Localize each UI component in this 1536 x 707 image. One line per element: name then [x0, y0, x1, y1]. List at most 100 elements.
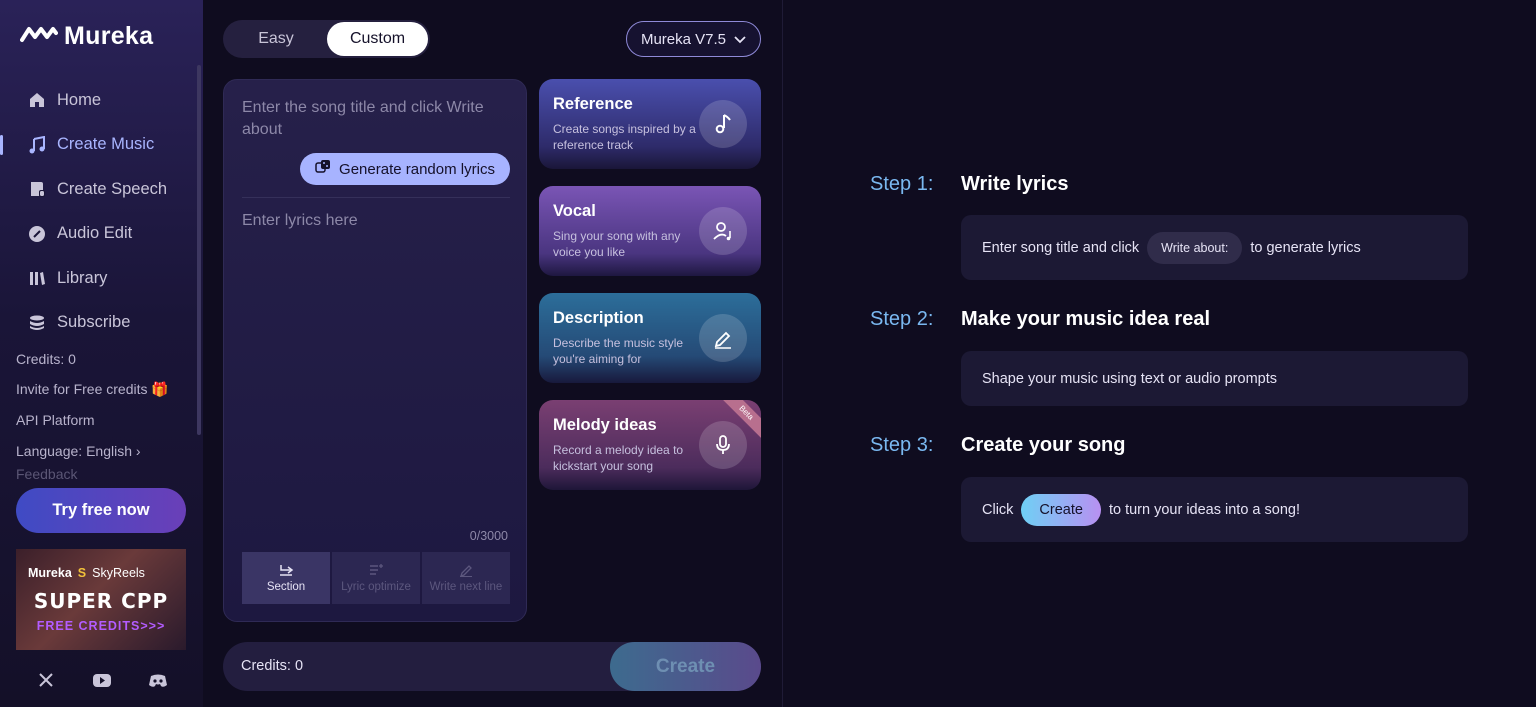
create-chip: Create: [1021, 493, 1101, 526]
divider: [242, 197, 510, 198]
nav-item-create-music[interactable]: Create Music: [0, 123, 200, 168]
card-title: Description: [553, 309, 644, 327]
lyric-optimize-icon: [368, 563, 384, 577]
audio-edit-icon: [28, 225, 46, 243]
dice-icon: [315, 159, 331, 179]
lyrics-toolbar: Section Lyric optimize Write next line: [242, 552, 510, 604]
card-title: Reference: [553, 95, 633, 113]
vocal-card[interactable]: Vocal Sing your song with any voice you …: [539, 186, 761, 276]
tool-label: Section: [266, 581, 306, 593]
pencil-icon: [458, 563, 474, 577]
reference-card[interactable]: Reference Create songs inspired by a ref…: [539, 79, 761, 169]
mode-toggle: Easy Custom: [223, 20, 430, 58]
step-1-box: Enter song title and click Write about: …: [961, 215, 1468, 280]
music-note-icon: [699, 100, 747, 148]
speech-icon: [28, 180, 46, 198]
step-1-post: to generate lyrics: [1250, 239, 1361, 256]
subscribe-icon: [28, 314, 46, 332]
step-2-title: Make your music idea real: [961, 308, 1211, 330]
card-title: Melody ideas: [553, 416, 657, 434]
tool-label: Write next line: [429, 581, 503, 593]
character-counter: 0/3000: [469, 529, 508, 543]
card-description: Record a melody idea to kickstart your s…: [553, 443, 684, 473]
nav-label: Subscribe: [57, 313, 131, 332]
step-2-text: Shape your music using text or audio pro…: [982, 370, 1277, 387]
generate-label: Generate random lyrics: [339, 160, 495, 178]
panel-divider: [782, 0, 783, 707]
music-note-icon: [28, 135, 46, 154]
skyreels-logo-icon: S: [77, 566, 87, 580]
create-button[interactable]: Create: [610, 642, 761, 691]
promo-headline: SUPER CPP: [33, 589, 169, 613]
promo-brands: Mureka S SkyReels: [28, 566, 145, 580]
nav-item-home[interactable]: Home: [0, 78, 200, 123]
section-icon: [278, 563, 294, 577]
tool-label: Lyric optimize: [341, 581, 411, 593]
credits-text: Credits: 0: [16, 351, 76, 368]
vocal-icon: [699, 207, 747, 255]
promo-banner[interactable]: Mureka S SkyReels SUPER CPP FREE CREDITS…: [16, 549, 186, 650]
pencil-icon: [699, 314, 747, 362]
melody-ideas-card[interactable]: Beta Melody ideas Record a melody idea t…: [539, 400, 761, 490]
step-3-pre: Click: [982, 501, 1014, 518]
nav-label: Audio Edit: [57, 224, 133, 243]
promo-brand-left: Mureka: [28, 566, 72, 580]
step-3-label: Step 3:: [870, 434, 934, 456]
step-1-pre: Enter song title and click: [982, 239, 1140, 256]
nav-item-library[interactable]: Library: [0, 256, 200, 301]
promo-brand-right: SkyReels: [92, 566, 145, 580]
write-about-chip: Write about:: [1147, 231, 1243, 264]
home-icon: [28, 91, 46, 109]
youtube-icon[interactable]: [92, 670, 112, 690]
nav-label: Library: [57, 268, 108, 287]
main-nav: Home Create Music Create Speech Audio Ed…: [0, 78, 200, 345]
step-1-label: Step 1:: [870, 173, 934, 195]
microphone-icon: [699, 421, 747, 469]
generate-random-lyrics-button[interactable]: Generate random lyrics: [300, 153, 510, 185]
card-description: Create songs inspired by a reference tra…: [553, 122, 696, 152]
description-card[interactable]: Description Describe the music style you…: [539, 293, 761, 383]
try-free-button[interactable]: Try free now: [16, 488, 186, 533]
model-version-dropdown[interactable]: Mureka V7.5: [626, 21, 761, 57]
section-button[interactable]: Section: [242, 552, 330, 604]
sidebar: Mureka Home Create Music Create Speech A…: [0, 0, 203, 707]
step-1-title: Write lyrics: [961, 173, 1069, 195]
card-description: Describe the music style you're aiming f…: [553, 336, 684, 366]
feedback-link[interactable]: Feedback: [16, 466, 196, 480]
side-links: Credits: 0 Invite for Free credits 🎁 API…: [16, 344, 196, 480]
mureka-logo-icon: [20, 24, 58, 49]
invite-link[interactable]: Invite for Free credits 🎁: [16, 375, 196, 406]
library-icon: [28, 269, 46, 287]
discord-icon[interactable]: [148, 670, 168, 690]
step-3-title: Create your song: [961, 434, 1126, 456]
step-3-post: to turn your ideas into a song!: [1108, 501, 1300, 518]
song-title-input[interactable]: Enter the song title and click Write abo…: [242, 97, 512, 141]
lyrics-panel: Enter the song title and click Write abo…: [223, 79, 527, 622]
social-links: [36, 670, 168, 690]
write-next-line-button[interactable]: Write next line: [422, 552, 510, 604]
sidebar-scrollbar[interactable]: [197, 65, 201, 435]
chevron-down-icon: [734, 31, 746, 48]
credits-count: Credits: 0: [241, 658, 304, 674]
mode-custom-tab[interactable]: Custom: [327, 22, 428, 56]
api-platform-link[interactable]: API Platform: [16, 405, 196, 436]
mode-easy-tab[interactable]: Easy: [225, 22, 327, 56]
x-icon[interactable]: [36, 670, 56, 690]
nav-label: Create Music: [57, 135, 155, 154]
nav-label: Home: [57, 90, 102, 109]
step-3-box: Click Create to turn your ideas into a s…: [961, 477, 1468, 542]
nav-item-audio-edit[interactable]: Audio Edit: [0, 212, 200, 257]
create-bar: Credits: 0 Create: [223, 642, 761, 691]
nav-item-subscribe[interactable]: Subscribe: [0, 301, 200, 346]
card-title: Vocal: [553, 202, 596, 220]
promo-subline: FREE CREDITS>>>: [36, 619, 166, 633]
step-2-label: Step 2:: [870, 308, 934, 330]
logo[interactable]: Mureka: [20, 22, 153, 51]
nav-item-create-speech[interactable]: Create Speech: [0, 167, 200, 212]
lyric-optimize-button[interactable]: Lyric optimize: [332, 552, 420, 604]
nav-label: Create Speech: [57, 179, 168, 198]
card-description: Sing your song with any voice you like: [553, 229, 681, 259]
lyrics-textarea[interactable]: Enter lyrics here: [242, 212, 358, 230]
language-selector[interactable]: Language: English ›: [16, 436, 196, 467]
step-2-box: Shape your music using text or audio pro…: [961, 351, 1468, 406]
